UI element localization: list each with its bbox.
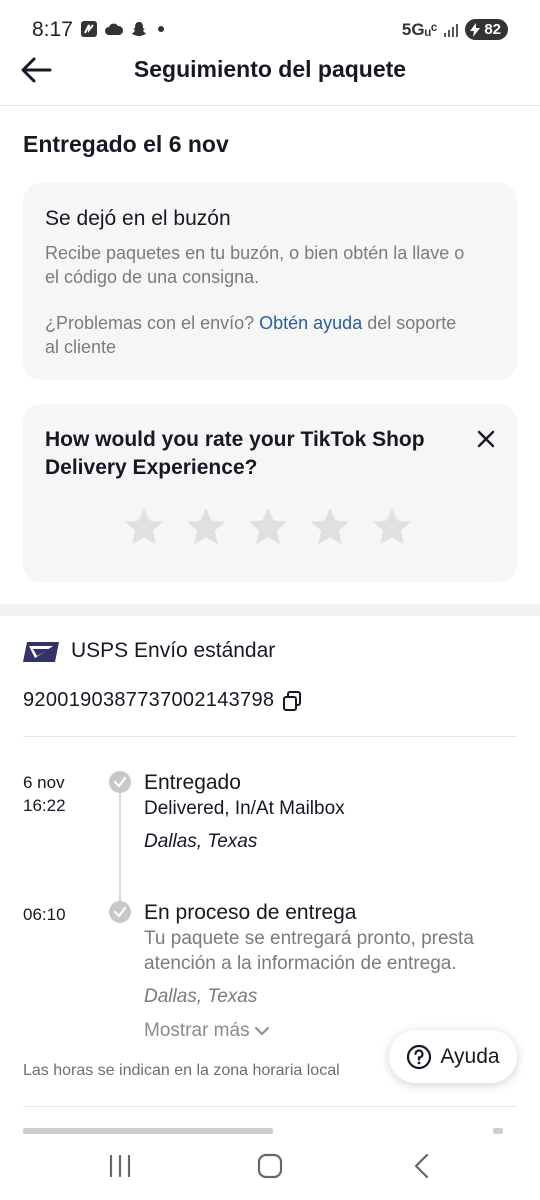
close-icon [477, 430, 495, 448]
star-icon[interactable] [123, 506, 165, 548]
chevron-left-icon [414, 1153, 429, 1179]
rating-question: How would you rate your TikTok Shop Deli… [45, 428, 425, 479]
help-button[interactable]: Ayuda [389, 1030, 517, 1083]
status-bar: 8:17 5Gᵤᶜ 82 [0, 0, 540, 56]
help-circle-icon [407, 1044, 432, 1069]
event-description: Delivered, In/At Mailbox [144, 798, 345, 819]
signal-icon [444, 23, 459, 37]
support-text: ¿Problemas con el envío? Obtén ayuda del… [45, 311, 465, 359]
divider [23, 736, 517, 737]
app-notification-icon [81, 21, 97, 37]
snapchat-icon [132, 22, 146, 36]
show-more-button[interactable]: Mostrar más [144, 1020, 270, 1042]
timeline-connector [119, 792, 121, 910]
status-time: 8:17 [32, 18, 73, 41]
event-location: Dallas, Texas [144, 986, 258, 1007]
top-app-bar: Seguimiento del paquete [0, 56, 540, 106]
check-circle-icon [109, 901, 131, 923]
event-title: En proceso de entrega [144, 901, 357, 924]
support-prefix: ¿Problemas con el envío? [45, 313, 260, 333]
star-icon[interactable] [309, 506, 351, 548]
star-rating [123, 506, 413, 548]
system-back-button[interactable] [402, 1150, 442, 1182]
system-status: 5Gᵤᶜ 82 [402, 19, 508, 40]
divider [23, 1106, 517, 1107]
home-button[interactable] [250, 1150, 290, 1182]
delivery-location-description: Recibe paquetes en tu buzón, o bien obté… [45, 243, 465, 287]
event-date: 6 nov [23, 773, 65, 792]
section-divider [0, 604, 540, 616]
delivery-status-heading: Entregado el 6 nov [23, 131, 229, 157]
event-title: Entregado [144, 771, 241, 794]
system-navigation-bar [0, 1136, 540, 1200]
star-icon[interactable] [371, 506, 413, 548]
network-label: 5Gᵤᶜ [401, 19, 438, 39]
close-rating-button[interactable] [475, 428, 497, 450]
timezone-note: Las horas se indican en la zona horaria … [23, 1062, 340, 1079]
event-time: 06:10 [23, 905, 66, 924]
tracking-number: 9200190387737002143798 [23, 689, 275, 711]
star-icon[interactable] [185, 506, 227, 548]
get-help-link[interactable]: Obtén ayuda [259, 313, 362, 333]
help-label: Ayuda [440, 1044, 500, 1068]
carrier-name: USPS Envío estándar [71, 639, 276, 662]
copy-tracking-button[interactable] [282, 690, 302, 712]
delivery-location-title: Se dejó en el buzón [45, 207, 231, 230]
cut-off-row [23, 1126, 517, 1136]
show-more-label: Mostrar más [144, 1020, 250, 1041]
chevron-down-icon [254, 1027, 269, 1036]
usps-logo [23, 642, 59, 662]
event-time: 16:22 [23, 796, 66, 815]
home-icon [257, 1153, 283, 1179]
event-description: Tu paquete se entregará pronto, presta a… [144, 928, 474, 974]
cloud-icon [105, 23, 124, 35]
recent-apps-icon [109, 1154, 131, 1178]
recent-apps-button[interactable] [100, 1150, 140, 1182]
notification-icons [80, 20, 164, 38]
rating-card: How would you rate your TikTok Shop Deli… [23, 404, 517, 582]
star-icon[interactable] [247, 506, 289, 548]
event-location: Dallas, Texas [144, 831, 258, 852]
delivery-info-card: Se dejó en el buzón Recibe paquetes en t… [23, 183, 517, 380]
page-title: Seguimiento del paquete [133, 56, 407, 82]
copy-icon [283, 691, 301, 711]
battery-charging-icon [470, 22, 481, 37]
more-notifications-dot [158, 26, 164, 32]
battery-indicator: 82 [465, 19, 508, 40]
check-circle-icon [109, 771, 131, 793]
battery-level: 82 [484, 21, 501, 38]
